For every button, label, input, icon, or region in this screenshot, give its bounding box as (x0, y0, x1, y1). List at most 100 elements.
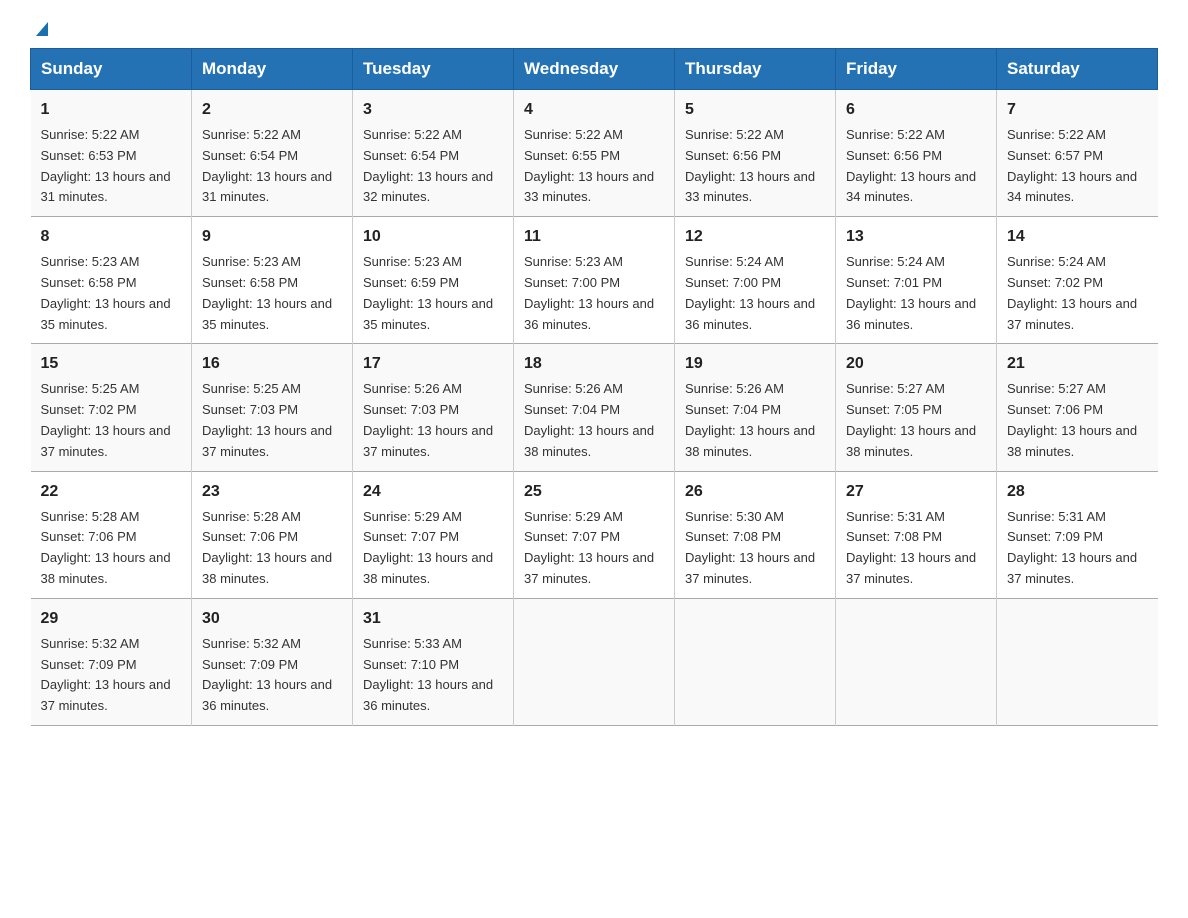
day-number: 25 (524, 480, 664, 504)
calendar-table: Sunday Monday Tuesday Wednesday Thursday… (30, 48, 1158, 726)
day-info: Sunrise: 5:22 AMSunset: 6:54 PMDaylight:… (202, 125, 342, 208)
day-number: 13 (846, 225, 986, 249)
calendar-day-cell: 13 Sunrise: 5:24 AMSunset: 7:01 PMDayligh… (836, 217, 997, 344)
day-info: Sunrise: 5:32 AMSunset: 7:09 PMDaylight:… (41, 634, 182, 717)
day-number: 3 (363, 98, 503, 122)
calendar-day-cell: 3 Sunrise: 5:22 AMSunset: 6:54 PMDaylight… (353, 90, 514, 217)
calendar-day-cell: 4 Sunrise: 5:22 AMSunset: 6:55 PMDaylight… (514, 90, 675, 217)
calendar-week-row: 1 Sunrise: 5:22 AMSunset: 6:53 PMDaylight… (31, 90, 1158, 217)
day-info: Sunrise: 5:22 AMSunset: 6:56 PMDaylight:… (685, 125, 825, 208)
day-number: 5 (685, 98, 825, 122)
day-info: Sunrise: 5:30 AMSunset: 7:08 PMDaylight:… (685, 507, 825, 590)
day-number: 27 (846, 480, 986, 504)
day-info: Sunrise: 5:24 AMSunset: 7:00 PMDaylight:… (685, 252, 825, 335)
day-number: 21 (1007, 352, 1148, 376)
header-thursday: Thursday (675, 49, 836, 90)
day-number: 11 (524, 225, 664, 249)
day-number: 16 (202, 352, 342, 376)
calendar-day-cell: 9 Sunrise: 5:23 AMSunset: 6:58 PMDaylight… (192, 217, 353, 344)
day-info: Sunrise: 5:22 AMSunset: 6:54 PMDaylight:… (363, 125, 503, 208)
day-number: 19 (685, 352, 825, 376)
calendar-day-cell: 24Sunrise: 5:29 AMSunset: 7:07 PMDayligh… (353, 471, 514, 598)
calendar-week-row: 15 Sunrise: 5:25 AMSunset: 7:02 PMDayligh… (31, 344, 1158, 471)
header-friday: Friday (836, 49, 997, 90)
day-info: Sunrise: 5:22 AMSunset: 6:56 PMDaylight:… (846, 125, 986, 208)
day-info: Sunrise: 5:22 AMSunset: 6:57 PMDaylight:… (1007, 125, 1148, 208)
day-number: 18 (524, 352, 664, 376)
day-number: 20 (846, 352, 986, 376)
calendar-day-cell: 22Sunrise: 5:28 AMSunset: 7:06 PMDayligh… (31, 471, 192, 598)
logo (30, 20, 52, 38)
calendar-day-cell: 12 Sunrise: 5:24 AMSunset: 7:00 PMDayligh… (675, 217, 836, 344)
calendar-day-cell: 1 Sunrise: 5:22 AMSunset: 6:53 PMDaylight… (31, 90, 192, 217)
day-number: 15 (41, 352, 182, 376)
day-info: Sunrise: 5:29 AMSunset: 7:07 PMDaylight:… (363, 507, 503, 590)
calendar-day-cell: 7 Sunrise: 5:22 AMSunset: 6:57 PMDaylight… (997, 90, 1158, 217)
calendar-day-cell: 10 Sunrise: 5:23 AMSunset: 6:59 PMDayligh… (353, 217, 514, 344)
calendar-day-cell: 29 Sunrise: 5:32 AMSunset: 7:09 PMDayligh… (31, 598, 192, 725)
calendar-day-cell: 20 Sunrise: 5:27 AMSunset: 7:05 PMDayligh… (836, 344, 997, 471)
day-number: 8 (41, 225, 182, 249)
calendar-day-cell: 26 Sunrise: 5:30 AMSunset: 7:08 PMDayligh… (675, 471, 836, 598)
day-number: 31 (363, 607, 503, 631)
day-number: 26 (685, 480, 825, 504)
calendar-day-cell: 30 Sunrise: 5:32 AMSunset: 7:09 PMDayligh… (192, 598, 353, 725)
day-info: Sunrise: 5:25 AMSunset: 7:02 PMDaylight:… (41, 379, 182, 462)
header-wednesday: Wednesday (514, 49, 675, 90)
day-info: Sunrise: 5:33 AMSunset: 7:10 PMDaylight:… (363, 634, 503, 717)
calendar-header-row: Sunday Monday Tuesday Wednesday Thursday… (31, 49, 1158, 90)
calendar-day-cell: 6 Sunrise: 5:22 AMSunset: 6:56 PMDaylight… (836, 90, 997, 217)
day-info: Sunrise: 5:23 AMSunset: 6:58 PMDaylight:… (202, 252, 342, 335)
day-info: Sunrise: 5:22 AMSunset: 6:53 PMDaylight:… (41, 125, 182, 208)
day-info: Sunrise: 5:28 AMSunset: 7:06 PMDaylight:… (41, 507, 182, 590)
day-info: Sunrise: 5:24 AMSunset: 7:01 PMDaylight:… (846, 252, 986, 335)
day-info: Sunrise: 5:23 AMSunset: 6:59 PMDaylight:… (363, 252, 503, 335)
calendar-day-cell: 23Sunrise: 5:28 AMSunset: 7:06 PMDayligh… (192, 471, 353, 598)
day-number: 17 (363, 352, 503, 376)
calendar-day-cell (514, 598, 675, 725)
day-number: 29 (41, 607, 182, 631)
day-info: Sunrise: 5:27 AMSunset: 7:06 PMDaylight:… (1007, 379, 1148, 462)
header-tuesday: Tuesday (353, 49, 514, 90)
calendar-day-cell: 21 Sunrise: 5:27 AMSunset: 7:06 PMDayligh… (997, 344, 1158, 471)
calendar-day-cell: 18 Sunrise: 5:26 AMSunset: 7:04 PMDayligh… (514, 344, 675, 471)
day-info: Sunrise: 5:25 AMSunset: 7:03 PMDaylight:… (202, 379, 342, 462)
day-number: 9 (202, 225, 342, 249)
calendar-day-cell: 27 Sunrise: 5:31 AMSunset: 7:08 PMDayligh… (836, 471, 997, 598)
day-info: Sunrise: 5:23 AMSunset: 7:00 PMDaylight:… (524, 252, 664, 335)
day-info: Sunrise: 5:32 AMSunset: 7:09 PMDaylight:… (202, 634, 342, 717)
day-info: Sunrise: 5:24 AMSunset: 7:02 PMDaylight:… (1007, 252, 1148, 335)
calendar-day-cell (675, 598, 836, 725)
day-number: 1 (41, 98, 182, 122)
header-saturday: Saturday (997, 49, 1158, 90)
day-info: Sunrise: 5:23 AMSunset: 6:58 PMDaylight:… (41, 252, 182, 335)
day-info: Sunrise: 5:31 AMSunset: 7:09 PMDaylight:… (1007, 507, 1148, 590)
calendar-week-row: 22Sunrise: 5:28 AMSunset: 7:06 PMDayligh… (31, 471, 1158, 598)
calendar-day-cell: 11 Sunrise: 5:23 AMSunset: 7:00 PMDayligh… (514, 217, 675, 344)
calendar-day-cell: 25 Sunrise: 5:29 AMSunset: 7:07 PMDayligh… (514, 471, 675, 598)
day-info: Sunrise: 5:27 AMSunset: 7:05 PMDaylight:… (846, 379, 986, 462)
day-number: 12 (685, 225, 825, 249)
day-info: Sunrise: 5:31 AMSunset: 7:08 PMDaylight:… (846, 507, 986, 590)
calendar-day-cell: 19 Sunrise: 5:26 AMSunset: 7:04 PMDayligh… (675, 344, 836, 471)
header-sunday: Sunday (31, 49, 192, 90)
calendar-week-row: 8 Sunrise: 5:23 AMSunset: 6:58 PMDaylight… (31, 217, 1158, 344)
day-number: 4 (524, 98, 664, 122)
day-info: Sunrise: 5:29 AMSunset: 7:07 PMDaylight:… (524, 507, 664, 590)
calendar-week-row: 29 Sunrise: 5:32 AMSunset: 7:09 PMDayligh… (31, 598, 1158, 725)
calendar-day-cell: 31 Sunrise: 5:33 AMSunset: 7:10 PMDayligh… (353, 598, 514, 725)
day-number: 6 (846, 98, 986, 122)
day-number: 30 (202, 607, 342, 631)
calendar-day-cell: 28 Sunrise: 5:31 AMSunset: 7:09 PMDayligh… (997, 471, 1158, 598)
day-number: 2 (202, 98, 342, 122)
calendar-day-cell: 5 Sunrise: 5:22 AMSunset: 6:56 PMDaylight… (675, 90, 836, 217)
day-info: Sunrise: 5:26 AMSunset: 7:04 PMDaylight:… (524, 379, 664, 462)
day-number: 7 (1007, 98, 1148, 122)
day-number: 28 (1007, 480, 1148, 504)
day-info: Sunrise: 5:26 AMSunset: 7:04 PMDaylight:… (685, 379, 825, 462)
calendar-day-cell: 2 Sunrise: 5:22 AMSunset: 6:54 PMDaylight… (192, 90, 353, 217)
calendar-day-cell: 17 Sunrise: 5:26 AMSunset: 7:03 PMDayligh… (353, 344, 514, 471)
day-number: 10 (363, 225, 503, 249)
day-info: Sunrise: 5:22 AMSunset: 6:55 PMDaylight:… (524, 125, 664, 208)
day-info: Sunrise: 5:26 AMSunset: 7:03 PMDaylight:… (363, 379, 503, 462)
